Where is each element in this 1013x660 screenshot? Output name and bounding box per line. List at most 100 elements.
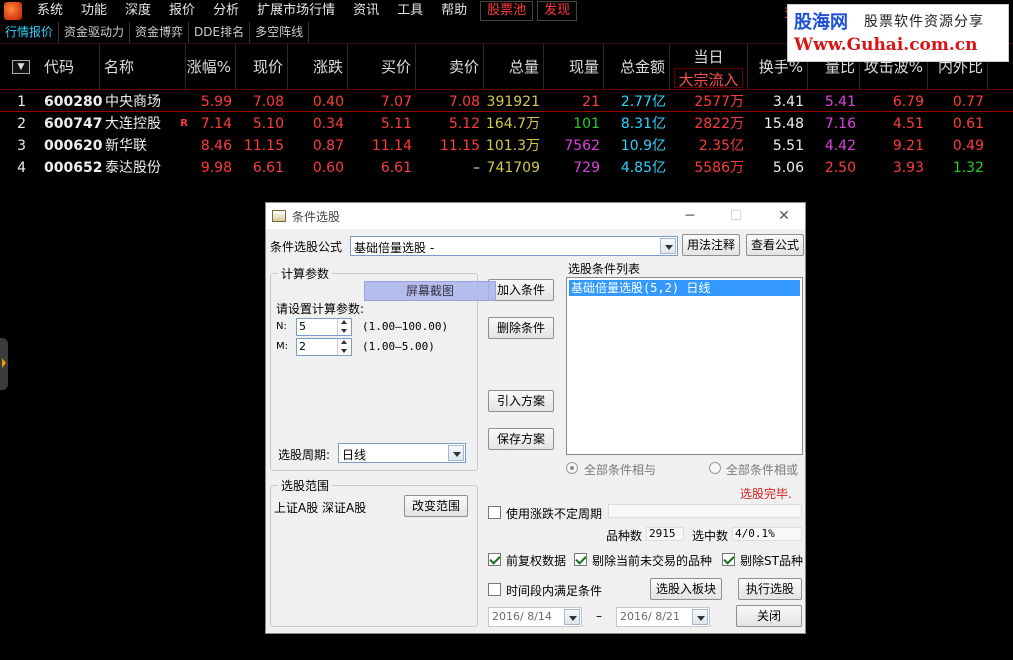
row-current-volume: 7562	[564, 138, 600, 154]
tab-long-short[interactable]: 多空阵线	[250, 22, 310, 43]
add-condition-button[interactable]: 加入条件	[488, 279, 554, 301]
menu-function[interactable]: 功能	[72, 0, 116, 22]
row-attack-wave: 3.93	[892, 160, 924, 176]
chevron-down-icon[interactable]	[448, 445, 464, 461]
save-plan-button[interactable]: 保存方案	[488, 428, 554, 450]
close-button[interactable]: 关闭	[736, 605, 802, 627]
minimize-icon[interactable]: ─	[680, 207, 700, 225]
row-ask: 7.08	[448, 94, 480, 110]
row-code: 000652	[44, 160, 103, 176]
period-select[interactable]: 日线	[338, 443, 466, 463]
col-change-pct[interactable]: 涨幅%	[186, 44, 236, 90]
uncertain-period-checkbox[interactable]	[488, 506, 501, 519]
table-row[interactable]: 2 600747 大连控股 R 7.14 5.10 0.34 5.11 5.12…	[0, 113, 1013, 135]
col-name[interactable]: 名称	[100, 44, 186, 90]
list-item[interactable]: 基础倍量选股(5,2) 日线	[569, 280, 800, 296]
table-row[interactable]: 3 000620 新华联 8.46 11.15 0.87 11.14 11.15…	[0, 135, 1013, 157]
row-change-pct: 8.46	[200, 138, 232, 154]
row-change-pct: 5.99	[200, 94, 232, 110]
param-n-stepper[interactable]: 5	[296, 318, 352, 336]
col-bid[interactable]: 买价	[348, 44, 416, 90]
col-current-volume[interactable]: 现量	[544, 44, 604, 90]
menu-help[interactable]: 帮助	[432, 0, 476, 22]
timerange-label: 时间段内满足条件	[506, 584, 603, 598]
col-price[interactable]: 现价	[236, 44, 288, 90]
usage-notes-button[interactable]: 用法注释	[682, 234, 740, 256]
row-volume-ratio: 7.16	[824, 116, 856, 132]
chevron-down-icon[interactable]	[660, 238, 676, 254]
col-ask[interactable]: 卖价	[416, 44, 484, 90]
row-name: 中央商场	[105, 94, 161, 110]
menu-system[interactable]: 系统	[28, 0, 72, 22]
range-value: 上证A股 深证A股	[274, 501, 367, 515]
formula-select[interactable]: 基础倍量选股 -	[350, 236, 678, 256]
delete-condition-button[interactable]: 删除条件	[488, 317, 554, 339]
col-amount[interactable]: 总金额	[604, 44, 670, 90]
watermark: 股海网 股票软件资源分享 Www.Guhai.com.cn	[787, 4, 1009, 62]
row-index: 2	[17, 116, 26, 132]
params-prompt: 请设置计算参数:	[276, 302, 365, 316]
param-m-label: M:	[276, 341, 288, 352]
menu-extended-market[interactable]: 扩展市场行情	[248, 0, 344, 22]
exclude-untraded-label: 剔除当前未交易的品种	[592, 554, 713, 568]
row-block-inflow: 2822万	[694, 116, 744, 132]
side-panel-toggle[interactable]	[0, 338, 8, 390]
dialog-title: 条件选股	[292, 210, 341, 224]
execute-selection-button[interactable]: 执行选股	[738, 578, 802, 600]
condition-stock-picker-dialog: 条件选股 ─ ☐ ✕ 条件选股公式 基础倍量选股 - 用法注释 查看公式 计算参…	[265, 202, 806, 634]
row-price: 6.61	[252, 160, 284, 176]
prerights-checkbox[interactable]	[488, 553, 501, 566]
param-m-range: (1.00—5.00)	[362, 340, 435, 353]
col-code[interactable]: 代码	[40, 44, 100, 90]
change-range-button[interactable]: 改变范围	[404, 495, 468, 517]
row-change-pct: 9.98	[200, 160, 232, 176]
row-block-inflow: 2577万	[694, 94, 744, 110]
close-icon[interactable]: ✕	[774, 207, 794, 225]
param-m-stepper[interactable]: 2	[296, 338, 352, 356]
dialog-app-icon	[272, 210, 286, 222]
row-amount: 8.31亿	[620, 116, 666, 132]
menu-stock-pool[interactable]: 股票池	[480, 1, 534, 21]
col-volume[interactable]: 总量	[484, 44, 544, 90]
tab-fund-game[interactable]: 资金博弈	[130, 22, 190, 43]
import-plan-button[interactable]: 引入方案	[488, 390, 554, 412]
condition-list-label: 选股条件列表	[568, 262, 641, 276]
range-group-title: 选股范围	[278, 477, 333, 494]
timerange-checkbox[interactable]	[488, 583, 501, 596]
column-menu-icon[interactable]: ▼	[12, 60, 30, 74]
row-volume: 391921	[486, 94, 540, 110]
row-ask: 11.15	[439, 138, 480, 154]
menu-tools[interactable]: 工具	[388, 0, 432, 22]
menu-news[interactable]: 资讯	[344, 0, 388, 22]
dialog-titlebar[interactable]: 条件选股 ─ ☐ ✕	[266, 203, 805, 229]
exclude-st-checkbox[interactable]	[722, 553, 735, 566]
add-to-block-button[interactable]: 选股入板块	[650, 578, 722, 600]
tab-quotes[interactable]: 行情报价	[0, 22, 60, 43]
row-bid: 5.11	[380, 116, 412, 132]
menu-analysis[interactable]: 分析	[204, 0, 248, 22]
view-formula-button[interactable]: 查看公式	[746, 234, 804, 256]
col-today-block[interactable]: 当日 大宗流入	[670, 44, 748, 90]
menu-quote[interactable]: 报价	[160, 0, 204, 22]
row-change: 0.60	[312, 160, 344, 176]
radio-all-or[interactable]	[709, 462, 721, 474]
row-current-volume: 21	[582, 94, 600, 110]
radio-all-and[interactable]	[566, 462, 578, 474]
row-ask: –	[473, 160, 480, 176]
table-row[interactable]: 4 000652 泰达股份 9.98 6.61 0.60 6.61 – 7417…	[0, 157, 1013, 179]
date-to-value: 2016/ 8/21	[620, 610, 680, 623]
col-change[interactable]: 涨跌	[288, 44, 348, 90]
condition-list[interactable]: 基础倍量选股(5,2) 日线	[566, 277, 803, 455]
stepper-arrows-icon[interactable]	[337, 319, 351, 335]
menu-discover[interactable]: 发现	[537, 1, 578, 21]
param-n-value: 5	[299, 320, 306, 333]
tab-dde-rank[interactable]: DDE排名	[189, 22, 251, 43]
exclude-untraded-checkbox[interactable]	[574, 553, 587, 566]
menu-depth[interactable]: 深度	[116, 0, 160, 22]
table-row[interactable]: 1 600280 中央商场 5.99 7.08 0.40 7.07 7.08 3…	[0, 91, 1013, 113]
date-separator: –	[596, 609, 602, 623]
row-amount: 4.85亿	[620, 160, 666, 176]
stepper-arrows-icon[interactable]	[337, 339, 351, 355]
row-change: 0.87	[312, 138, 344, 154]
tab-fund-drive[interactable]: 资金驱动力	[59, 22, 131, 43]
